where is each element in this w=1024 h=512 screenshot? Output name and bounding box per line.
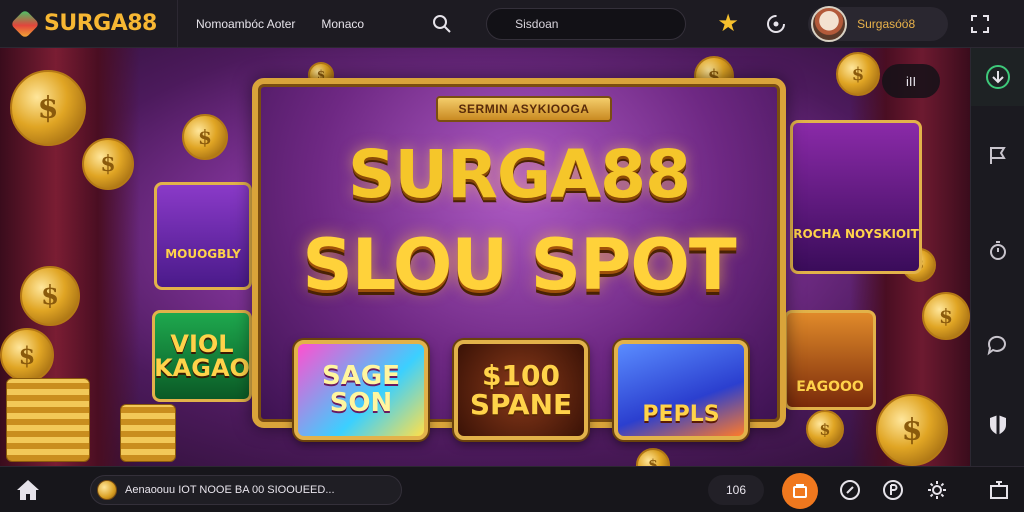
nav-link-1[interactable]: Nomoambóc Aoter (196, 17, 295, 31)
right-rail (970, 48, 1024, 466)
coin-stack (6, 378, 90, 462)
shield-icon[interactable] (983, 410, 1013, 440)
coin-decoration: $ (182, 114, 228, 160)
promo-title-line2: SLOU SPOT (302, 224, 736, 306)
game-tile-side[interactable]: ROCHA NOYSKIOIT (790, 120, 922, 274)
settings-icon[interactable] (924, 477, 950, 503)
top-bar: SURGA88 Nomoambóc Aoter Monaco Sisdoan ★… (0, 0, 1024, 48)
chat-icon[interactable] (983, 330, 1013, 360)
timer-icon[interactable] (983, 236, 1013, 266)
promo-frame: SERMIN ASYKIOOGA SURGA88 SLOU SPOT SAGE … (252, 78, 786, 440)
star-icon[interactable]: ★ (714, 10, 742, 38)
game-tile[interactable]: SAGE SON (294, 340, 428, 440)
user-chip[interactable]: Surgasóö8 (808, 5, 949, 42)
coin-decoration: $ (82, 138, 134, 190)
promo-ribbon: SERMIN ASYKIOOGA (436, 96, 612, 122)
game-tile[interactable]: $100 SPANE (454, 340, 588, 440)
coin-decoration: $ (836, 52, 880, 96)
game-tile-side[interactable]: MOUOGBLY (154, 182, 252, 290)
nav-link-2[interactable]: Monaco (321, 17, 364, 31)
logo-icon (10, 8, 40, 39)
username: Surgasóö8 (857, 16, 916, 31)
coin-decoration: $ (636, 448, 670, 466)
wallet-button[interactable] (782, 473, 818, 509)
promo-title-line1: SURGA88 (347, 136, 691, 213)
corner-badge[interactable]: іІІ (882, 64, 940, 98)
coin-stack (120, 404, 176, 462)
promo-banner[interactable]: $ $ $ $ $ $ $ $ $ $ $ $ $ MOUOGBLY VIOL … (0, 48, 970, 466)
screen-icon[interactable] (986, 477, 1012, 503)
download-icon[interactable] (983, 62, 1013, 92)
refresh-icon[interactable] (762, 10, 790, 38)
brand-name: SURGA88 (44, 11, 157, 36)
coin-decoration: $ (0, 328, 54, 382)
search-icon[interactable] (430, 12, 454, 36)
search-input[interactable]: Sisdoan (486, 7, 687, 40)
announcement-ticker[interactable]: Aenaoouu IOT NOOE BA 00 SIOOUEED... (90, 475, 402, 505)
flag-icon[interactable] (983, 140, 1013, 170)
history-icon[interactable] (837, 477, 863, 503)
expand-icon[interactable] (968, 12, 992, 36)
avatar[interactable] (811, 5, 848, 42)
app-root: SURGA88 Nomoambóc Aoter Monaco Sisdoan ★… (0, 0, 1024, 512)
count-badge[interactable]: 106 (708, 475, 764, 505)
home-icon[interactable] (14, 478, 42, 502)
coin-decoration: $ (20, 266, 80, 326)
balance-icon[interactable] (880, 477, 906, 503)
game-tile-side[interactable]: VIOL KAGAO (152, 310, 252, 402)
coin-decoration: $ (806, 410, 844, 448)
game-tile[interactable]: PEPLS (614, 340, 748, 440)
coin-decoration: $ (10, 70, 86, 146)
coin-icon (97, 480, 117, 500)
coin-decoration: $ (922, 292, 970, 340)
coin-decoration: $ (876, 394, 948, 466)
game-tile-side[interactable]: EAGOOO (784, 310, 876, 410)
brand-logo[interactable]: SURGA88 (0, 0, 178, 48)
bottom-bar: Aenaoouu IOT NOOE BA 00 SIOOUEED... 106 (0, 466, 1024, 512)
ticker-text: Aenaoouu IOT NOOE BA 00 SIOOUEED... (125, 484, 335, 496)
